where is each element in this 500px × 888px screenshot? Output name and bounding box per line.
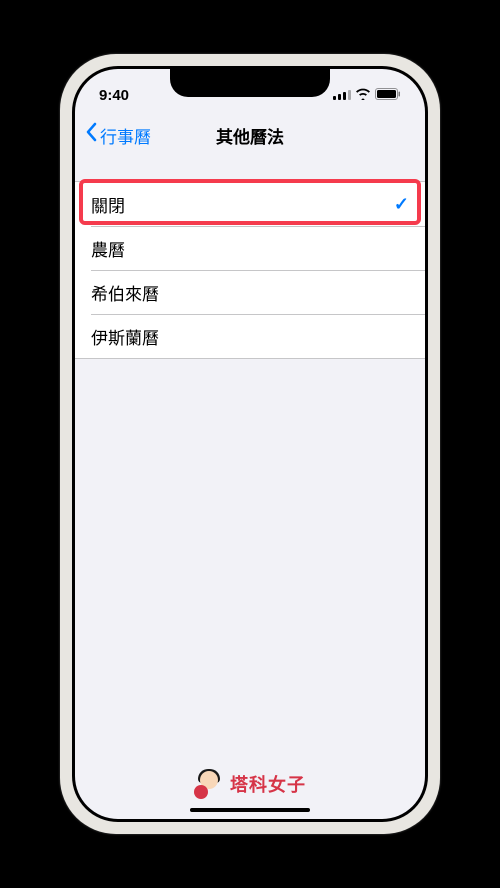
status-indicators bbox=[333, 87, 401, 104]
checkmark-icon: ✓ bbox=[394, 194, 409, 215]
option-hebrew[interactable]: 希伯來曆 bbox=[75, 270, 425, 314]
option-off[interactable]: 關閉 ✓ bbox=[75, 182, 425, 226]
screen: 9:40 行事曆 bbox=[75, 69, 425, 819]
battery-icon bbox=[375, 87, 401, 104]
option-label: 希伯來曆 bbox=[91, 280, 159, 305]
back-label: 行事曆 bbox=[100, 123, 151, 148]
page-title: 其他曆法 bbox=[216, 123, 284, 148]
phone-bezel: 9:40 行事曆 bbox=[72, 66, 428, 822]
option-lunar[interactable]: 農曆 bbox=[75, 226, 425, 270]
content-area: 關閉 ✓ 農曆 希伯來曆 伊斯蘭曆 bbox=[75, 157, 425, 359]
wifi-icon bbox=[355, 87, 371, 104]
option-label: 關閉 bbox=[91, 192, 125, 217]
option-islamic[interactable]: 伊斯蘭曆 bbox=[75, 314, 425, 358]
phone-frame: 9:40 行事曆 bbox=[60, 54, 440, 834]
option-label: 伊斯蘭曆 bbox=[91, 324, 159, 349]
home-indicator[interactable] bbox=[190, 808, 310, 812]
watermark: 塔科女子 bbox=[194, 769, 306, 799]
watermark-avatar-icon bbox=[194, 769, 224, 799]
chevron-left-icon bbox=[85, 122, 97, 148]
navigation-bar: 行事曆 其他曆法 bbox=[75, 113, 425, 157]
option-label: 農曆 bbox=[91, 236, 125, 261]
status-time: 9:40 bbox=[99, 87, 129, 104]
back-button[interactable]: 行事曆 bbox=[85, 122, 151, 148]
cellular-signal-icon bbox=[333, 87, 351, 104]
watermark-text: 塔科女子 bbox=[230, 771, 306, 797]
notch bbox=[170, 69, 330, 97]
calendar-options-list: 關閉 ✓ 農曆 希伯來曆 伊斯蘭曆 bbox=[75, 181, 425, 359]
